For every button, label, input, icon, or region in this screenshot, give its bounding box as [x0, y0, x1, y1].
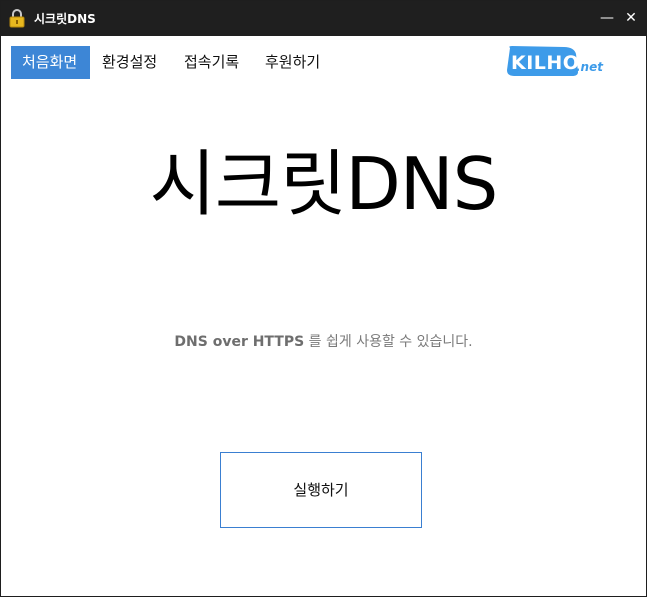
logo-text-suffix: .net: [576, 60, 604, 74]
app-window: 시크릿DNS — ✕ 처음화면 환경설정 접속기록 후원하기 KILHO .ne…: [0, 0, 647, 597]
main-content: 처음화면 환경설정 접속기록 후원하기 KILHO .net 시크릿DNS DN…: [1, 36, 646, 596]
nav-item-history[interactable]: 접속기록: [184, 46, 239, 79]
subtitle-rest: 를 쉽게 사용할 수 있습니다.: [304, 334, 473, 350]
hero-title: 시크릿DNS: [149, 142, 499, 226]
nav-item-home[interactable]: 처음화면: [11, 46, 90, 79]
nav-item-settings[interactable]: 환경설정: [102, 46, 157, 79]
subtitle-strong: DNS over HTTPS: [174, 334, 305, 350]
kilho-logo[interactable]: KILHO .net: [504, 44, 608, 78]
nav-item-donate[interactable]: 후원하기: [265, 46, 320, 79]
close-button[interactable]: ✕: [622, 9, 640, 27]
logo-text-main: KILHO: [511, 52, 579, 74]
run-button[interactable]: 실행하기: [220, 452, 422, 528]
minimize-button[interactable]: —: [598, 9, 616, 27]
lock-icon: [9, 9, 25, 28]
title-bar[interactable]: 시크릿DNS — ✕: [1, 1, 646, 36]
subtitle: DNS over HTTPS 를 쉽게 사용할 수 있습니다.: [1, 332, 646, 352]
window-title: 시크릿DNS: [34, 12, 96, 26]
